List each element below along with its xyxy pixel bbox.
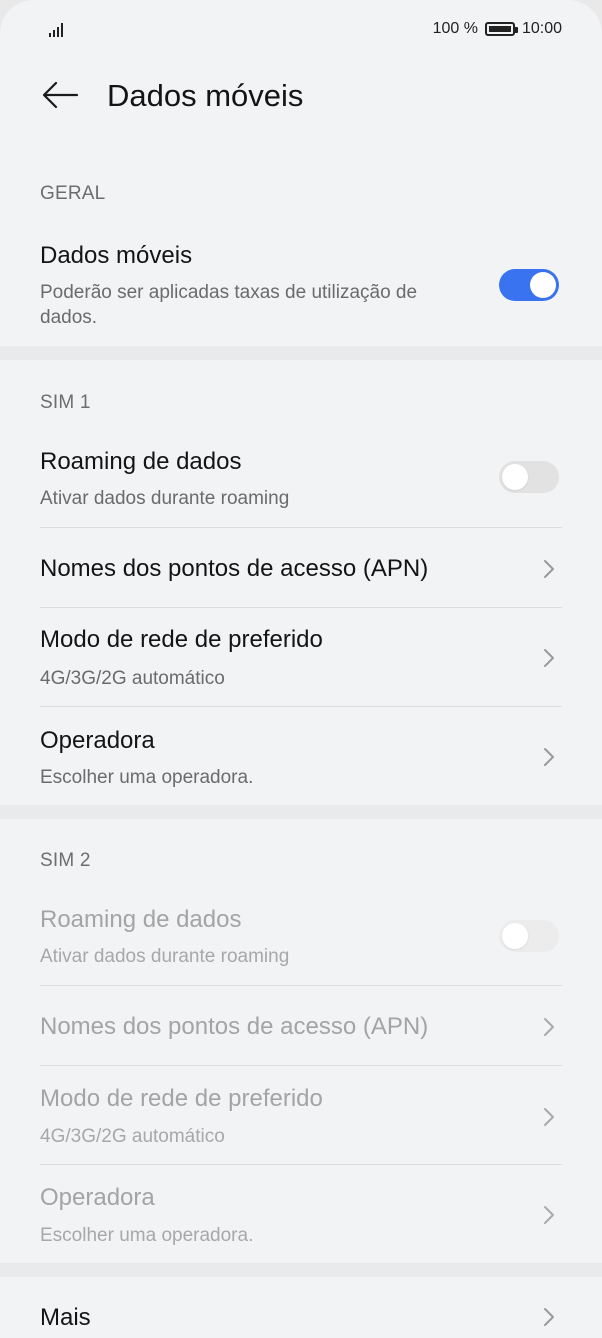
sim2-operator-row: Operadora Escolher uma operadora. [0, 1165, 602, 1263]
sim1-network-mode-row[interactable]: Modo de rede de preferido 4G/3G/2G autom… [0, 608, 602, 706]
section-label-sim1: SIM 1 [40, 392, 91, 413]
chevron-right-icon [544, 560, 554, 578]
settings-screen: 100 % 10:00 Dados móveis GERAL Dados móv… [0, 0, 602, 1338]
status-bar: 100 % 10:00 [0, 0, 602, 62]
sim2-roaming-toggle [499, 920, 559, 952]
sim1-roaming-title: Roaming de dados [40, 448, 242, 475]
battery-icon [484, 22, 518, 36]
mobile-data-title: Dados móveis [40, 242, 193, 269]
sim2-roaming-row: Roaming de dados Ativar dados durante ro… [0, 902, 602, 986]
chevron-right-icon [544, 1308, 554, 1326]
battery-percent: 100 % [432, 20, 478, 37]
sim2-operator-title: Operadora [40, 1184, 155, 1211]
sim2-network-mode-subtitle: 4G/3G/2G automático [40, 1126, 225, 1147]
signal-icon [49, 23, 69, 37]
sim2-network-mode-title: Modo de rede de preferido [40, 1085, 323, 1112]
more-title: Mais [40, 1304, 91, 1331]
sim1-roaming-row[interactable]: Roaming de dados Ativar dados durante ro… [0, 444, 602, 528]
sim1-apn-title: Nomes dos pontos de acesso (APN) [40, 555, 429, 582]
sim1-roaming-toggle[interactable] [499, 461, 559, 493]
chevron-right-icon [544, 1206, 554, 1224]
page-title: Dados móveis [107, 78, 304, 113]
sim1-operator-title: Operadora [40, 727, 155, 754]
mobile-data-subtitle: Poderão ser aplicadas taxas de utilizaçã… [40, 282, 418, 328]
sim2-roaming-subtitle: Ativar dados durante roaming [40, 946, 290, 967]
app-header: Dados móveis [0, 62, 602, 142]
status-right: 100 % 10:00 [433, 20, 562, 38]
toggle-knob [530, 272, 556, 298]
sim2-roaming-title: Roaming de dados [40, 906, 242, 933]
back-button[interactable] [40, 78, 80, 112]
mobile-data-toggle[interactable] [499, 269, 559, 301]
sim1-network-mode-title: Modo de rede de preferido [40, 626, 323, 653]
section-gap [0, 346, 602, 360]
sim1-roaming-subtitle: Ativar dados durante roaming [40, 488, 290, 509]
sim2-network-mode-row: Modo de rede de preferido 4G/3G/2G autom… [0, 1066, 602, 1164]
sim2-operator-subtitle: Escolher uma operadora. [40, 1225, 254, 1246]
sim1-operator-subtitle: Escolher uma operadora. [40, 767, 254, 788]
mobile-data-row[interactable]: Dados móveis Poderão ser aplicadas taxas… [0, 238, 602, 344]
section-gap [0, 1263, 602, 1277]
sim1-operator-row[interactable]: Operadora Escolher uma operadora. [0, 707, 602, 805]
sim2-apn-row: Nomes dos pontos de acesso (APN) [0, 986, 602, 1066]
sim2-apn-title: Nomes dos pontos de acesso (APN) [40, 1013, 429, 1040]
arrow-left-icon [42, 81, 79, 109]
more-row[interactable]: Mais [0, 1277, 602, 1338]
section-label-sim2: SIM 2 [40, 850, 91, 871]
clock: 10:00 [521, 20, 562, 37]
toggle-knob [502, 464, 528, 490]
chevron-right-icon [544, 1108, 554, 1126]
section-gap [0, 805, 602, 819]
sim1-network-mode-subtitle: 4G/3G/2G automático [40, 668, 225, 689]
sim1-apn-row[interactable]: Nomes dos pontos de acesso (APN) [0, 528, 602, 608]
chevron-right-icon [544, 748, 554, 766]
chevron-right-icon [544, 1018, 554, 1036]
section-label-general: GERAL [40, 183, 106, 204]
chevron-right-icon [544, 649, 554, 667]
toggle-knob [502, 923, 528, 949]
